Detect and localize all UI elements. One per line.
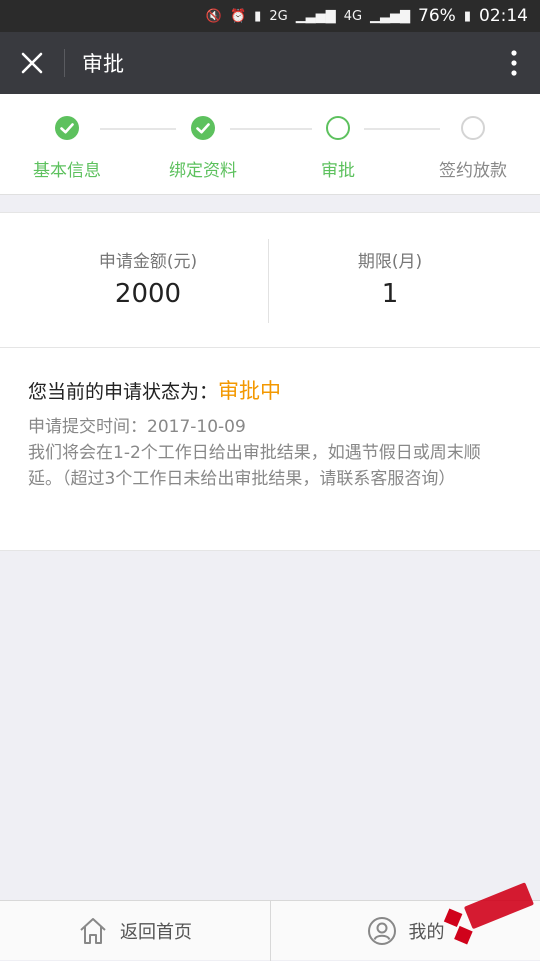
signal-icon: ▁▃▅▇ <box>295 8 336 24</box>
alarm-icon: ⏰ <box>229 8 247 24</box>
submit-time: 申请提交时间：2017-10-09 <box>28 417 246 437</box>
term-column: 期限(月) 1 <box>255 213 525 349</box>
divider <box>64 49 65 77</box>
check-icon <box>55 116 79 140</box>
amount-column: 申请金额(元) 2000 <box>13 213 283 349</box>
home-tab-label: 返回首页 <box>120 922 192 943</box>
pending-step-icon <box>461 116 485 140</box>
more-vertical-icon <box>511 50 517 76</box>
current-step-icon <box>326 116 350 140</box>
step-label: 基本信息 <box>33 161 101 181</box>
mine-tab[interactable]: 我的 <box>270 901 540 961</box>
more-button[interactable] <box>488 32 540 94</box>
step-label: 签约放款 <box>439 161 507 181</box>
mine-tab-label: 我的 <box>408 922 445 943</box>
amount-label: 申请金额(元) <box>98 252 198 272</box>
user-icon <box>367 917 396 945</box>
status-note: 我们将会在1-2个工作日给出审批结果，如遇节假日或周末顺延。（超过3个工作日未给… <box>28 443 481 489</box>
step-connector <box>364 128 440 130</box>
clock: 02:14 <box>479 6 528 26</box>
loan-summary-card: 申请金额(元) 2000 期限(月) 1 <box>0 212 540 348</box>
check-icon <box>191 116 215 140</box>
amount-value: 2000 <box>114 279 182 309</box>
step-label: 绑定资料 <box>169 161 237 181</box>
sim-icon: ▮ <box>254 8 262 24</box>
home-icon <box>80 918 106 944</box>
status-prefix: 您当前的申请状态为： <box>28 381 219 403</box>
app-bar: 审批 <box>0 32 540 94</box>
step-connector <box>100 128 176 130</box>
term-label: 期限(月) <box>357 252 423 272</box>
status-bar: 🔇 ⏰ ▮ 2G ▁▃▅▇ 4G ▁▃▅▇ 76% ▮ 02:14 <box>0 0 540 32</box>
battery-percent: 76% <box>418 6 456 26</box>
home-tab[interactable]: 返回首页 <box>0 901 270 961</box>
application-status-card: 您当前的申请状态为：审批中 申请提交时间：2017-10-09 我们将会在1-2… <box>0 348 540 551</box>
close-button[interactable] <box>0 32 64 94</box>
step-connector <box>230 128 312 130</box>
network-4g-icon: 4G <box>343 8 363 24</box>
mute-icon: 🔇 <box>205 8 222 24</box>
battery-icon: ▮ <box>463 8 471 24</box>
status-line: 您当前的申请状态为：审批中 <box>28 376 512 406</box>
network-2g-icon: 2G <box>269 8 288 24</box>
close-icon <box>21 52 43 74</box>
step-label: 审批 <box>321 161 355 181</box>
page-title: 审批 <box>82 52 124 76</box>
progress-steps: 基本信息 绑定资料 审批 签约放款 <box>0 94 540 195</box>
term-value: 1 <box>381 279 399 309</box>
status-badge: 审批中 <box>218 379 282 403</box>
signal-icon: ▁▃▅▇ <box>370 8 411 24</box>
bottom-nav: 返回首页 我的 <box>0 900 540 961</box>
status-detail: 申请提交时间：2017-10-09 我们将会在1-2个工作日给出审批结果，如遇节… <box>28 414 512 492</box>
